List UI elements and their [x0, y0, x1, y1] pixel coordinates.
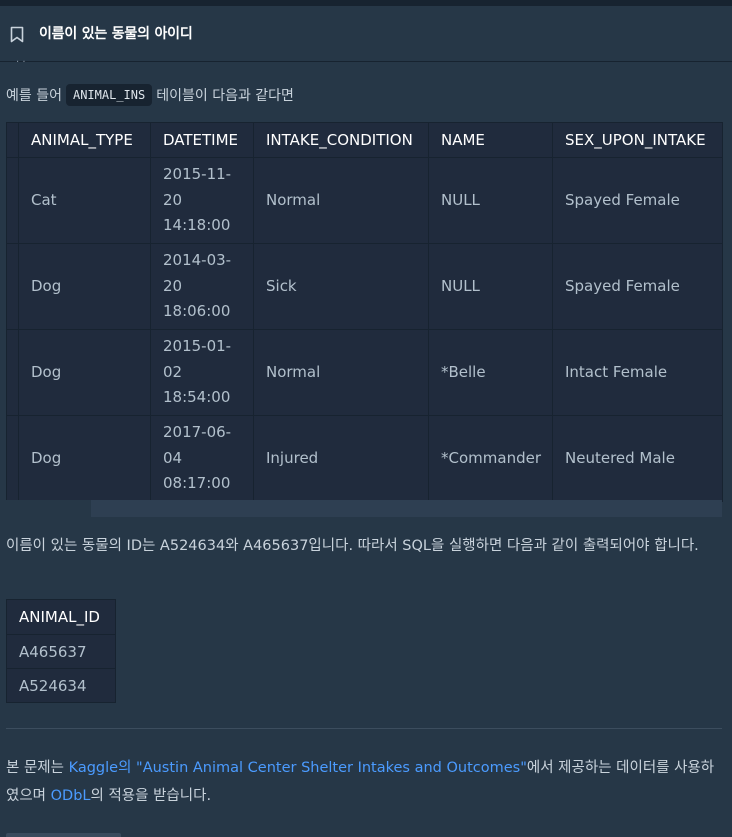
kaggle-dataset-link[interactable]: Kaggle의 "Austin Animal Center Shelter In…: [69, 760, 527, 776]
footer-text: 의 적용을 받습니다.: [90, 788, 212, 804]
divider: [6, 728, 722, 729]
cell-sex: Spayed Female: [552, 243, 723, 330]
column-header: DATETIME: [150, 122, 254, 158]
cell-animal-type: Dog: [18, 243, 151, 330]
cell-sex: Intact Female: [552, 329, 723, 416]
animal-ins-table: ANIMAL_TYPE DATETIME INTAKE_CONDITION NA…: [6, 122, 723, 502]
footer-paragraph: 본 문제는 Kaggle의 "Austin Animal Center Shel…: [6, 754, 726, 810]
cell-sex: Spayed Female: [552, 157, 723, 244]
cell-intake-condition: Normal: [253, 157, 429, 244]
cell-datetime: 2015-11- 20 14:18:00: [150, 157, 254, 244]
table-name-code: ANIMAL_INS: [65, 84, 153, 106]
intro-before: 예를 들어: [6, 88, 62, 104]
column-header: INTAKE_CONDITION: [253, 122, 429, 158]
column-header: ANIMAL_TYPE: [18, 122, 151, 158]
table-row: Dog 2014-03- 20 18:06:00 Sick NULL Spayed …: [6, 243, 723, 330]
cell-name: NULL: [428, 157, 553, 244]
table-row: Dog 2015-01- 02 18:54:00 Normal *Belle Int…: [6, 329, 723, 416]
cell-sex: Neutered Male: [552, 415, 723, 502]
cell-datetime: 2015-01- 02 18:54:00: [150, 329, 254, 416]
cell-intake-condition: Normal: [253, 329, 429, 416]
cell-animal-type: Cat: [18, 157, 151, 244]
page-title: 이름이 있는 동물의 아이디: [39, 26, 193, 42]
table-row: Cat 2015-11- 20 14:18:00 Normal NULL Spaye…: [6, 157, 723, 244]
cell-name: *Commander: [428, 415, 553, 502]
page-header: 이름이 있는 동물의 아이디: [0, 6, 732, 62]
column-header: SEX_UPON_INTAKE: [552, 122, 723, 158]
intro-paragraph: 예를 들어 ANIMAL_INS 테이블이 다음과 같다면: [6, 84, 294, 106]
cell-name: NULL: [428, 243, 553, 330]
result-paragraph: 이름이 있는 동물의 ID는 A524634와 A465637입니다. 따라서 …: [6, 538, 699, 554]
cell-animal-id: A465637: [6, 634, 116, 669]
cell-animal-type: Dog: [18, 329, 151, 416]
bottom-tab[interactable]: [6, 833, 121, 837]
cell-name: *Belle: [428, 329, 553, 416]
cell-animal-id: A524634: [6, 668, 116, 703]
table-row: A524634: [6, 668, 116, 703]
clipped-text: · ·: [16, 57, 26, 68]
table-row: A465637: [6, 634, 116, 669]
cell-animal-type: Dog: [18, 415, 151, 502]
table-header-row: ANIMAL_ID: [6, 599, 116, 635]
horizontal-scrollbar-thumb[interactable]: [91, 500, 722, 517]
column-header: NAME: [428, 122, 553, 158]
cell-intake-condition: Injured: [253, 415, 429, 502]
table-row: Dog 2017-06- 04 08:17:00 Injured *Commande…: [6, 415, 723, 502]
bookmark-icon[interactable]: [10, 26, 24, 43]
intro-after: 테이블이 다음과 같다면: [156, 88, 294, 104]
table-header-row: ANIMAL_TYPE DATETIME INTAKE_CONDITION NA…: [6, 122, 723, 158]
footer-text: 본 문제는: [6, 760, 69, 776]
result-table: ANIMAL_ID A465637 A524634: [6, 599, 116, 703]
odbl-link[interactable]: ODbL: [51, 788, 91, 804]
column-header: ANIMAL_ID: [6, 599, 116, 635]
cell-datetime: 2017-06- 04 08:17:00: [150, 415, 254, 502]
cell-datetime: 2014-03- 20 18:06:00: [150, 243, 254, 330]
cell-intake-condition: Sick: [253, 243, 429, 330]
